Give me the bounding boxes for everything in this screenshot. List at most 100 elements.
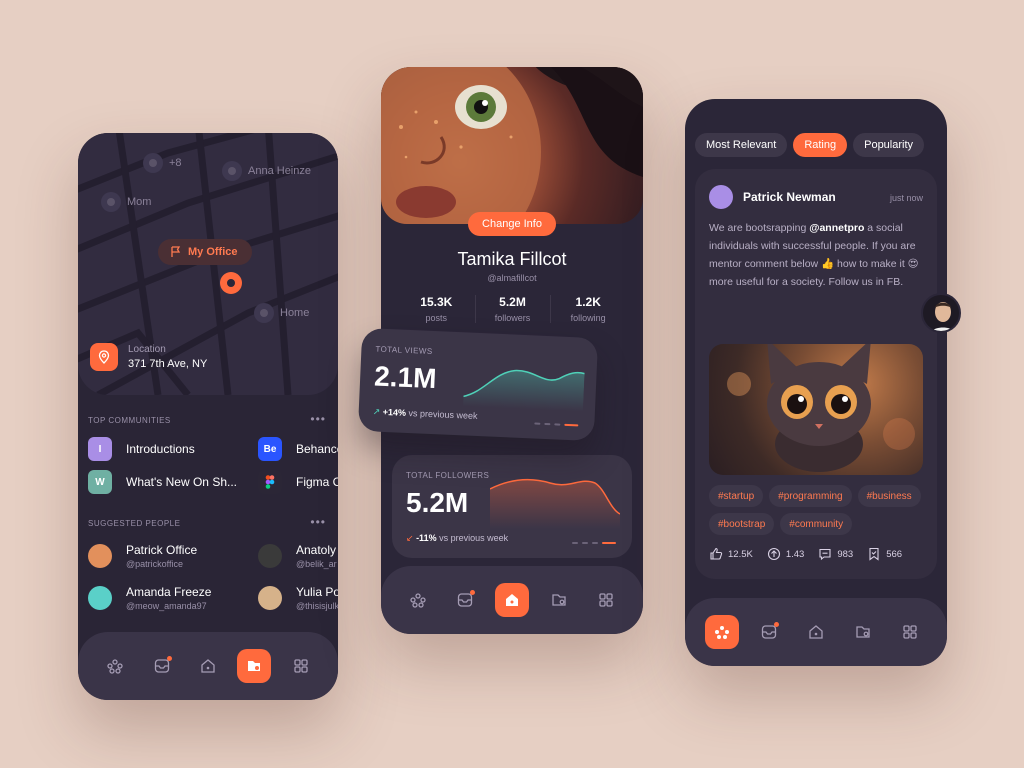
- map-pin[interactable]: [143, 153, 163, 173]
- map-pin[interactable]: [254, 303, 274, 323]
- avatar[interactable]: [921, 293, 961, 333]
- post-tags: #startup #programming #business #bootstr…: [709, 485, 923, 535]
- section-title: TOP COMMUNITIES: [88, 416, 171, 425]
- profile-cover-image: [381, 67, 643, 224]
- nav-folder-button[interactable]: [542, 583, 576, 617]
- like-count: 12.5K: [728, 548, 753, 560]
- card-delta: ↗ +14% vs previous week: [372, 406, 478, 422]
- behance-icon: Be: [258, 437, 282, 461]
- community-item[interactable]: Be Behance: [258, 437, 338, 461]
- nav-community-button[interactable]: [98, 649, 132, 683]
- comment-button[interactable]: 983: [818, 547, 853, 561]
- total-views-card[interactable]: TOTAL VIEWS 2.1M ↗ +14% vs previous week: [357, 327, 599, 442]
- nav-home-button[interactable]: [799, 615, 833, 649]
- filter-most-relevant[interactable]: Most Relevant: [695, 133, 788, 157]
- map-pin[interactable]: [101, 192, 121, 212]
- card-label: TOTAL VIEWS: [375, 344, 433, 356]
- arrow-up-icon: ↗: [372, 406, 381, 417]
- total-followers-card[interactable]: TOTAL FOLLOWERS 5.2M ↙ -11% vs previous …: [392, 455, 632, 558]
- avatar: [88, 586, 112, 610]
- post-image[interactable]: [709, 344, 923, 475]
- community-item[interactable]: W What's New On Sh...: [88, 470, 237, 494]
- more-icon[interactable]: •••: [310, 515, 326, 529]
- avatar: [258, 544, 282, 568]
- pin-label: Home: [280, 307, 310, 319]
- post-author[interactable]: Patrick Newman: [709, 185, 836, 209]
- upvote-button[interactable]: 1.43: [767, 547, 805, 561]
- feed-filters: Most Relevant Rating Popularity: [695, 133, 925, 157]
- upvote-count: 1.43: [785, 548, 805, 560]
- grid-icon: [598, 593, 613, 607]
- folder-user-icon: [552, 594, 566, 606]
- tag-chip[interactable]: #business: [857, 485, 921, 507]
- nav-inbox-button[interactable]: [145, 649, 179, 683]
- nav-home-button[interactable]: [191, 649, 225, 683]
- change-info-button[interactable]: Change Info: [468, 212, 556, 236]
- feed-screen: Most Relevant Rating Popularity Patrick …: [685, 99, 947, 666]
- home-icon: [505, 594, 518, 606]
- person-item[interactable]: Patrick Office @patrickoffice: [88, 543, 197, 569]
- nav-grid-button[interactable]: [589, 583, 623, 617]
- nav-inbox-button[interactable]: [448, 583, 482, 617]
- map-pin[interactable]: [222, 161, 242, 181]
- person-handle: @thisisjulk: [296, 601, 338, 611]
- person-item[interactable]: Anatoly @belik_ar: [258, 543, 337, 569]
- mention-link[interactable]: @annetpro: [809, 222, 864, 234]
- tag-chip[interactable]: #startup: [709, 485, 764, 507]
- community-icon: [107, 659, 123, 674]
- office-pin[interactable]: [220, 272, 242, 294]
- views-sparkline: [463, 369, 585, 412]
- office-label: My Office: [188, 246, 238, 258]
- upvote-icon: [767, 547, 780, 561]
- arrow-down-icon: ↙: [406, 533, 414, 543]
- delta-text: vs previous week: [439, 533, 509, 543]
- person-item[interactable]: Yulia Po @thisisjulk: [258, 585, 338, 611]
- nav-grid-button[interactable]: [893, 615, 927, 649]
- community-item[interactable]: I Introductions: [88, 437, 195, 461]
- tag-chip[interactable]: #programming: [769, 485, 852, 507]
- folder-user-icon: [856, 626, 870, 638]
- author-name: Patrick Newman: [743, 190, 836, 204]
- nav-folder-button[interactable]: [846, 615, 880, 649]
- community-icon: [715, 626, 730, 639]
- location-pin-icon: [90, 343, 118, 371]
- nav-community-button[interactable]: [705, 615, 740, 649]
- more-icon[interactable]: •••: [310, 412, 326, 426]
- filter-rating[interactable]: Rating: [793, 133, 848, 157]
- profile-handle: @almafillcot: [487, 273, 537, 283]
- grid-icon: [902, 625, 917, 639]
- nav-folder-button[interactable]: [237, 649, 272, 683]
- filter-popularity[interactable]: Popularity: [853, 133, 925, 157]
- like-button[interactable]: 12.5K: [709, 547, 753, 561]
- flag-icon: [171, 246, 181, 257]
- avatar: [88, 544, 112, 568]
- delta-percent: +14%: [382, 406, 407, 418]
- nav-inbox-button[interactable]: [752, 615, 786, 649]
- stat-posts[interactable]: 15.3K posts: [399, 295, 474, 323]
- avatar: [709, 185, 733, 209]
- feed-post[interactable]: Patrick Newman just now We are bootsrapp…: [695, 169, 937, 579]
- community-icon: [410, 593, 427, 608]
- pin-label: +8: [169, 157, 182, 169]
- person-handle: @patrickoffice: [126, 559, 183, 569]
- card-pager: [534, 422, 579, 427]
- pin-label: Mom: [127, 196, 152, 208]
- person-item[interactable]: Amanda Freeze @meow_amanda97: [88, 585, 211, 611]
- bookmark-icon: [869, 547, 879, 561]
- nav-home-button[interactable]: [494, 583, 529, 617]
- stat-followers[interactable]: 5.2M followers: [474, 295, 550, 323]
- nav-grid-button[interactable]: [284, 649, 318, 683]
- pin-label: Anna Heinze: [248, 165, 311, 177]
- map-view[interactable]: +8 Anna Heinze Mom Home My Office Locati…: [78, 133, 338, 395]
- folder-user-icon: [248, 661, 261, 671]
- tag-chip[interactable]: #bootstrap: [709, 513, 775, 535]
- nav-community-button[interactable]: [401, 583, 435, 617]
- community-item[interactable]: Figma C: [258, 470, 338, 494]
- tag-chip[interactable]: #community: [780, 513, 853, 535]
- bookmark-button[interactable]: 566: [867, 547, 902, 561]
- bottom-nav: [381, 566, 643, 634]
- stat-following[interactable]: 1.2K following: [550, 295, 625, 323]
- my-office-tag[interactable]: My Office: [158, 239, 252, 265]
- location-box[interactable]: Location 371 7th Ave, NY: [90, 343, 207, 371]
- home-icon: [809, 625, 823, 639]
